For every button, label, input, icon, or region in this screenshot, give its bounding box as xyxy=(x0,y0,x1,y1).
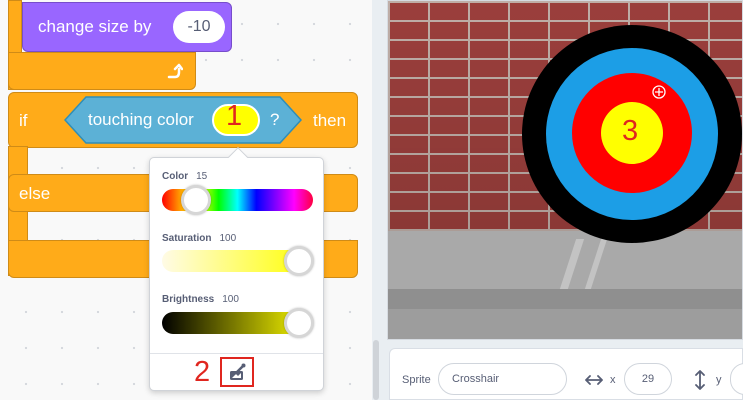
annotation-step-2: 2 xyxy=(194,356,211,388)
y-label: y xyxy=(716,374,722,386)
horizontal-arrows-icon xyxy=(585,375,603,385)
vertical-scrollbar[interactable] xyxy=(373,340,379,400)
picker-pointer xyxy=(228,147,248,167)
brightness-value: 100 xyxy=(222,294,239,305)
rotate-arrow-icon xyxy=(167,63,183,79)
y-field[interactable] xyxy=(730,363,743,395)
question-mark-label: ? xyxy=(270,110,280,129)
saturation-label-row: Saturation 100 xyxy=(162,233,236,244)
saturation-value: 100 xyxy=(219,233,237,244)
x-field[interactable]: 29 xyxy=(624,363,672,395)
saturation-slider-knob[interactable] xyxy=(284,246,314,276)
repeat-block-footer[interactable] xyxy=(8,52,196,90)
picker-divider xyxy=(150,353,323,354)
curb xyxy=(388,289,742,309)
eyedropper-icon xyxy=(230,363,246,380)
touching-color-label: touching color xyxy=(88,110,194,129)
sprite-info-panel: Sprite Crosshair x 29 y xyxy=(389,348,743,400)
eyedropper-button[interactable] xyxy=(220,357,254,387)
vertical-arrows-icon xyxy=(695,370,705,390)
change-size-block[interactable]: change size by -10 xyxy=(22,2,232,52)
if-label: if xyxy=(19,111,28,130)
color-label-row: Color 15 xyxy=(162,171,207,182)
color-picker-popover: Color 15 Saturation 100 Brightness 100 2 xyxy=(149,147,324,391)
color-label: Color xyxy=(162,171,189,182)
saturation-slider[interactable] xyxy=(162,246,314,276)
crosshair-sprite[interactable] xyxy=(651,84,667,100)
color-slider-knob[interactable] xyxy=(181,185,211,215)
x-label: x xyxy=(610,374,616,386)
x-value: 29 xyxy=(641,373,655,385)
brightness-slider[interactable] xyxy=(162,308,314,338)
change-size-input[interactable]: -10 xyxy=(173,11,225,43)
stage[interactable]: 3 xyxy=(387,0,743,340)
then-label: then xyxy=(313,111,347,130)
sprite-name-value: Crosshair xyxy=(452,373,500,385)
annotation-step-3: 3 xyxy=(622,115,639,147)
color-slider[interactable] xyxy=(162,185,313,215)
sprite-name-field[interactable]: Crosshair xyxy=(438,363,567,395)
brightness-label: Brightness xyxy=(162,294,215,305)
color-value: 15 xyxy=(196,171,208,182)
sprite-label: Sprite xyxy=(402,374,431,386)
saturation-label: Saturation xyxy=(162,233,212,244)
brightness-slider-knob[interactable] xyxy=(284,308,314,338)
annotation-step-1: 1 xyxy=(226,100,243,132)
brightness-label-row: Brightness 100 xyxy=(162,294,239,305)
change-size-label: change size by xyxy=(38,17,152,36)
else-label: else xyxy=(19,184,51,203)
floor xyxy=(388,309,742,339)
code-area[interactable]: change size by -10 if then else touching… xyxy=(0,0,379,400)
